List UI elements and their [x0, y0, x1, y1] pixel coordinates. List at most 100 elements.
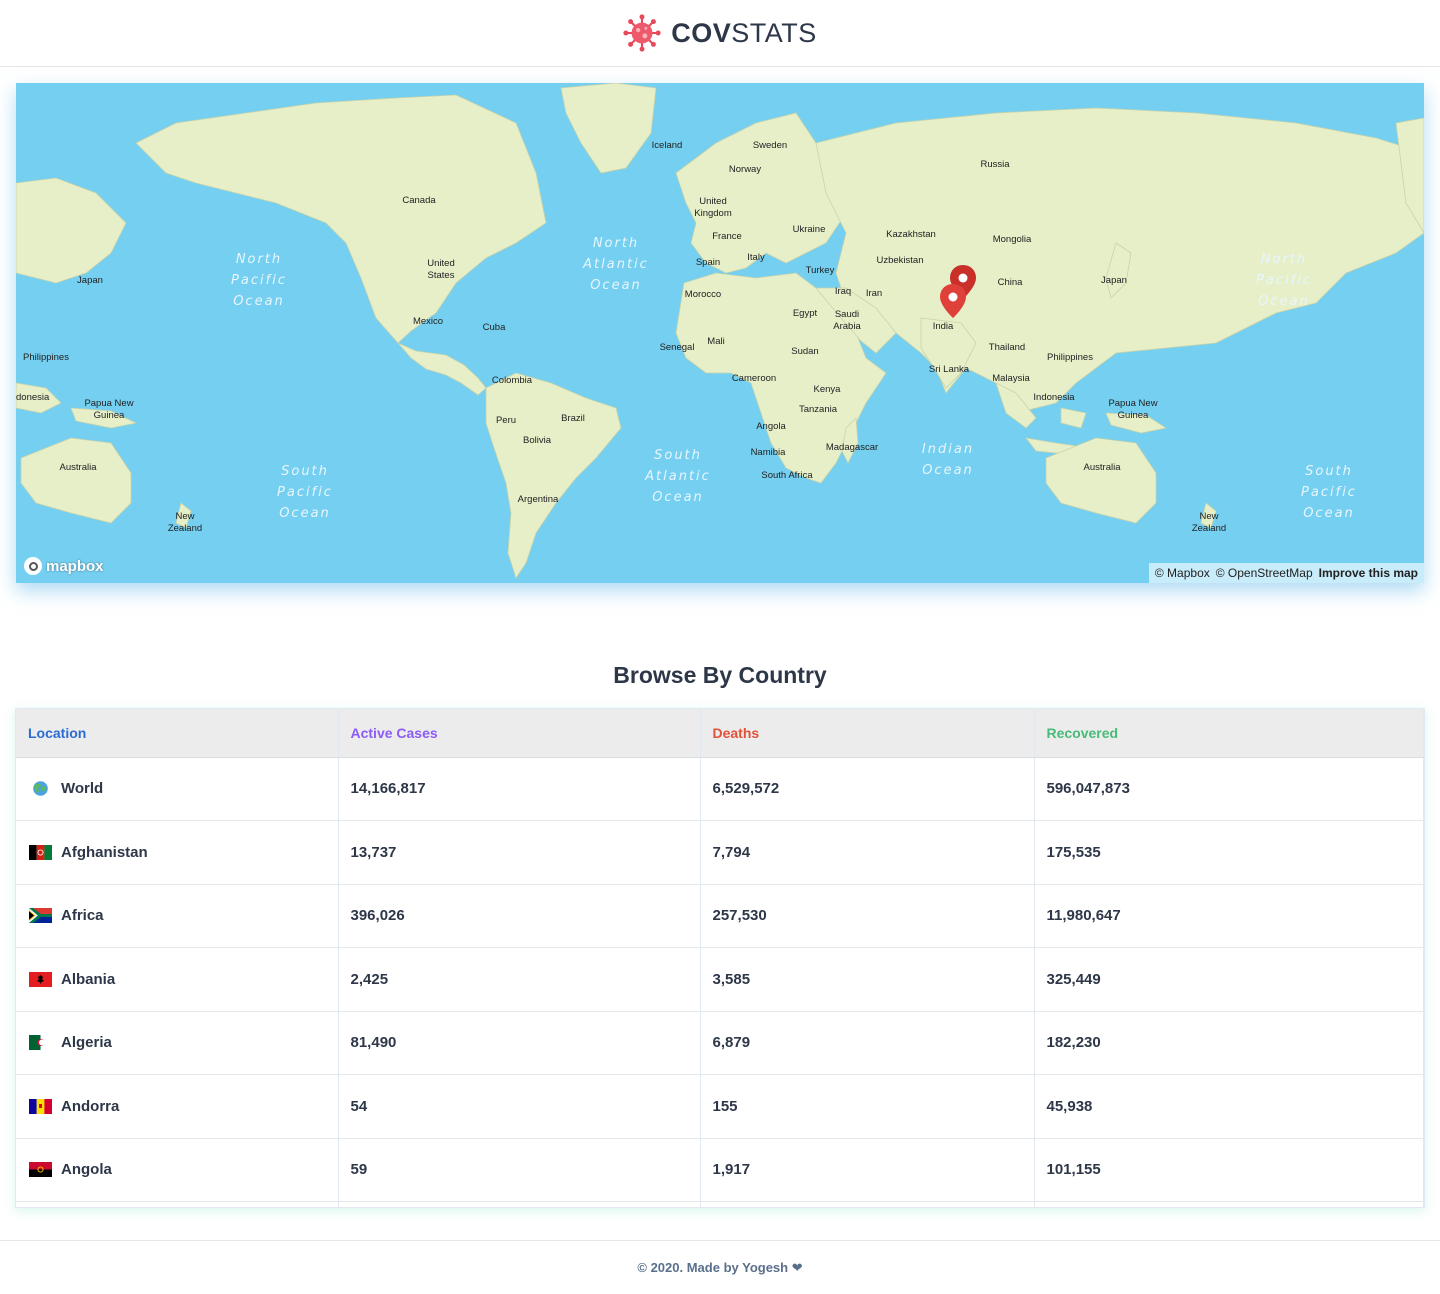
country-label: Canada — [402, 195, 436, 206]
column-header-active-cases[interactable]: Active Cases — [338, 709, 701, 758]
attribution-osm-link[interactable]: © OpenStreetMap — [1216, 566, 1313, 580]
country-label: Iceland — [652, 140, 683, 151]
ocean-label: Ocean — [279, 506, 331, 521]
country-label: Madagascar — [826, 442, 878, 453]
table-row[interactable]: Afghanistan 13,737 7,794 175,535 — [16, 820, 1424, 884]
table-row[interactable]: Angola 59 1,917 101,155 — [16, 1138, 1424, 1202]
country-label: Turkey — [806, 265, 835, 276]
active-cases-cell: 2,425 — [338, 947, 701, 1011]
world-map[interactable]: North Pacific Ocean North Atlantic Ocean… — [16, 83, 1424, 583]
country-label: Australia — [60, 462, 98, 473]
country-table: Location Active Cases Deaths Recovered W… — [16, 709, 1424, 1207]
ocean-label: Pacific — [231, 273, 287, 288]
active-cases-cell: 14,166,817 — [338, 757, 701, 821]
country-label: Cameroon — [732, 373, 776, 384]
globe-icon — [33, 781, 48, 797]
ocean-label: Atlantic — [644, 469, 711, 484]
ocean-label: Atlantic — [582, 257, 649, 272]
deaths-cell: 155 — [700, 1074, 1035, 1138]
active-cases-cell: 396,026 — [338, 884, 701, 948]
country-label: Iran — [866, 288, 882, 299]
active-cases-cell: 59 — [338, 1138, 701, 1202]
country-label: South Africa — [761, 470, 813, 481]
brand-name: COVSTATS — [671, 18, 817, 49]
country-label: Spain — [696, 257, 720, 268]
mapbox-logo[interactable]: mapbox — [24, 557, 104, 575]
location-name: Andorra — [61, 1097, 120, 1115]
map-canvas[interactable]: North Pacific Ocean North Atlantic Ocean… — [16, 83, 1424, 583]
column-header-location[interactable]: Location — [16, 709, 339, 758]
recovered-cell: 175,535 — [1034, 820, 1424, 884]
country-label: Zealand — [168, 523, 202, 534]
country-label: Guinea — [1118, 410, 1149, 421]
deaths-cell: 257,530 — [700, 884, 1035, 948]
recovered-cell: 596,047,873 — [1034, 757, 1424, 821]
deaths-cell: 3,585 — [700, 947, 1035, 1011]
brand-name-bold: COV — [671, 17, 732, 48]
table-row[interactable] — [16, 1201, 1424, 1207]
table-row[interactable]: World 14,166,817 6,529,572 596,047,873 — [16, 757, 1424, 821]
country-label: Sri Lanka — [929, 364, 970, 375]
country-label: Senegal — [660, 342, 695, 353]
improve-map-link[interactable]: Improve this map — [1319, 566, 1418, 580]
column-header-recovered[interactable]: Recovered — [1034, 709, 1424, 758]
country-label: Guinea — [94, 410, 125, 421]
country-label: States — [428, 270, 455, 281]
ocean-label: South — [281, 464, 329, 479]
recovered-cell: 11,980,647 — [1034, 884, 1424, 948]
table-row[interactable]: Algeria 81,490 6,879 182,230 — [16, 1011, 1424, 1075]
country-label: Thailand — [989, 342, 1025, 353]
country-label: Argentina — [518, 494, 559, 505]
ocean-label: Ocean — [1303, 506, 1355, 521]
section-title: Browse By Country — [613, 662, 827, 688]
ocean-label: South — [1305, 464, 1353, 479]
country-label: Kenya — [814, 384, 842, 395]
location-name: Afghanistan — [61, 843, 148, 861]
country-label: United — [427, 258, 454, 269]
table-row[interactable]: Albania 2,425 3,585 325,449 — [16, 947, 1424, 1011]
mapbox-logo-icon — [24, 557, 42, 575]
country-label: Mali — [707, 336, 724, 347]
column-header-deaths[interactable]: Deaths — [700, 709, 1035, 758]
active-cases-cell: 81,490 — [338, 1011, 701, 1075]
attribution-mapbox-link[interactable]: © Mapbox — [1155, 566, 1210, 580]
recovered-cell: 325,449 — [1034, 947, 1424, 1011]
brand[interactable]: COVSTATS — [623, 14, 817, 52]
country-label: Kazakhstan — [886, 229, 936, 240]
brand-name-light: STATS — [731, 17, 817, 48]
country-label: Arabia — [833, 321, 861, 332]
deaths-cell: 1,917 — [700, 1138, 1035, 1202]
ocean-label: Ocean — [590, 278, 642, 293]
country-table-container[interactable]: Location Active Cases Deaths Recovered W… — [15, 708, 1425, 1208]
ocean-label: Ocean — [1258, 294, 1310, 309]
virus-logo-icon — [623, 14, 661, 52]
map-attribution: © Mapbox © OpenStreetMap Improve this ma… — [1148, 563, 1424, 583]
country-label: United — [699, 196, 726, 207]
albania-flag-icon — [29, 971, 52, 987]
country-label: Saudi — [835, 309, 859, 320]
country-label: Papua New — [84, 398, 133, 409]
active-cases-cell: 54 — [338, 1074, 701, 1138]
country-label: Iraq — [835, 286, 851, 297]
table-header-row: Location Active Cases Deaths Recovered — [16, 709, 1424, 758]
country-label: Norway — [729, 164, 761, 175]
active-cases-cell: 13,737 — [338, 820, 701, 884]
deaths-cell: 6,879 — [700, 1011, 1035, 1075]
country-label: France — [712, 231, 742, 242]
ocean-label: Ocean — [652, 490, 704, 505]
table-row[interactable]: Africa 396,026 257,530 11,980,647 — [16, 884, 1424, 948]
country-label: Morocco — [685, 289, 721, 300]
country-label: Peru — [496, 415, 516, 426]
ocean-label: Indian — [922, 442, 974, 457]
country-label: donesia — [16, 392, 50, 403]
country-label: Sweden — [753, 140, 787, 151]
footer-text: © 2020. Made by Yogesh ❤ — [637, 1259, 803, 1275]
country-label: Namibia — [751, 447, 787, 458]
country-label: Bolivia — [523, 435, 552, 446]
ocean-label: North — [1261, 252, 1307, 267]
country-label: New — [175, 511, 194, 522]
table-row[interactable]: Andorra 54 155 45,938 — [16, 1074, 1424, 1138]
country-label: China — [998, 277, 1024, 288]
country-label: India — [933, 321, 954, 332]
country-label: Kingdom — [694, 208, 732, 219]
